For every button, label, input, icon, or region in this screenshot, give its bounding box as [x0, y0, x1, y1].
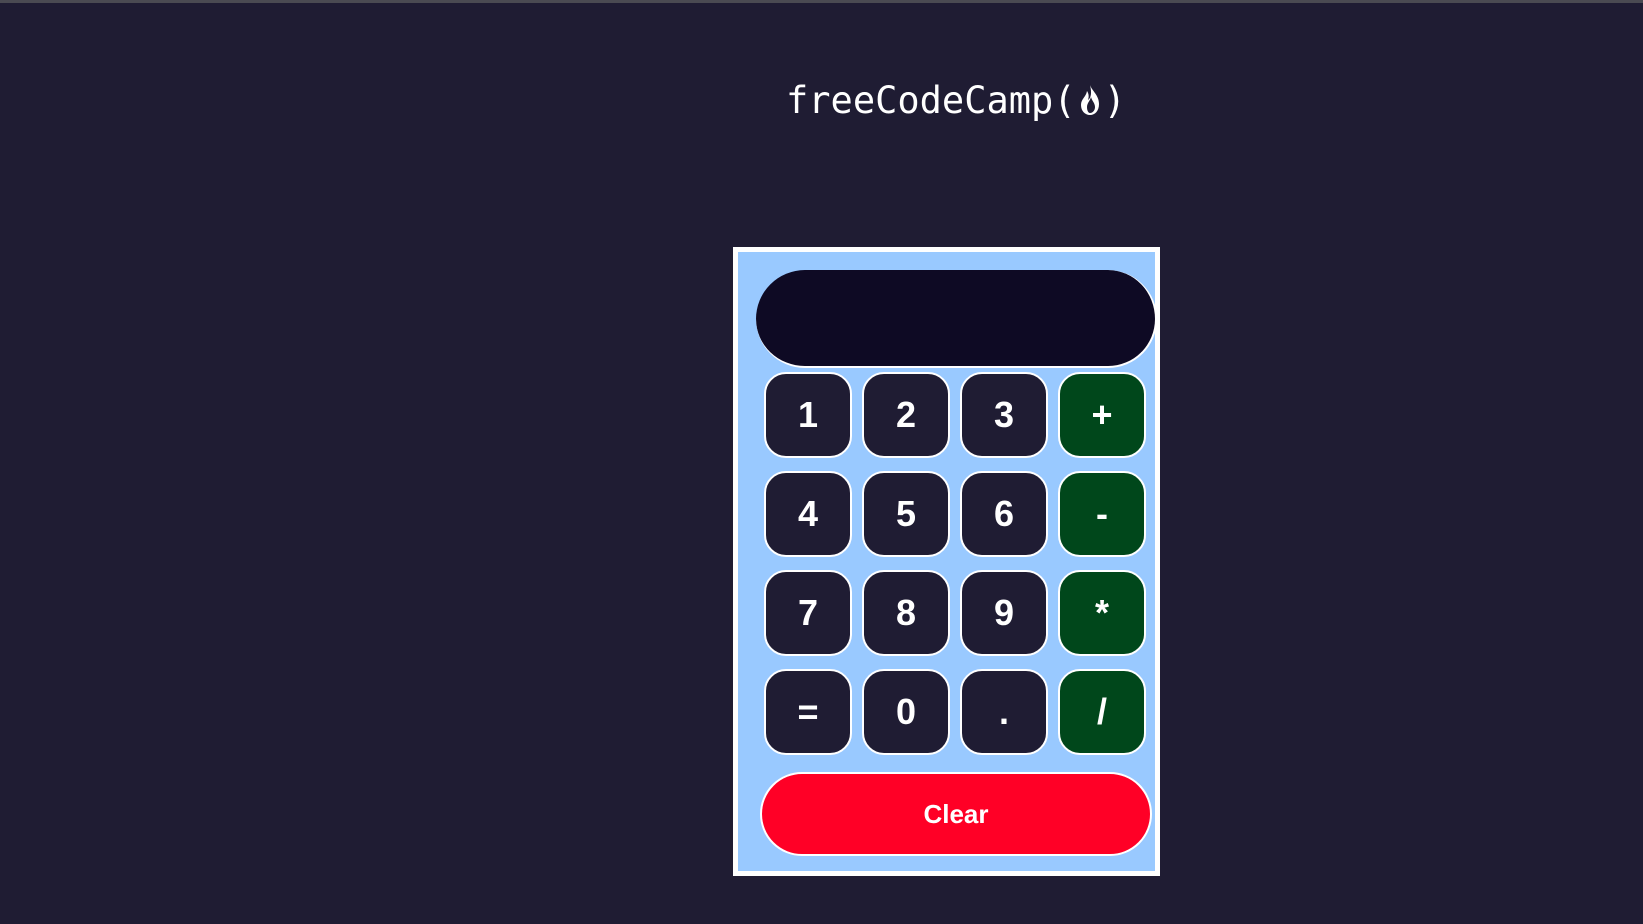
- calculator-display: [756, 270, 1157, 368]
- clear-button[interactable]: Clear: [760, 772, 1152, 856]
- key-8-button[interactable]: 8: [862, 570, 950, 656]
- key-divide-button[interactable]: /: [1058, 669, 1146, 755]
- logo-close-paren: ): [1103, 78, 1126, 122]
- logo-open-paren: (: [1053, 78, 1076, 122]
- freecodecamp-logo: freeCodeCamp(): [786, 74, 1126, 126]
- key-9-button[interactable]: 9: [960, 570, 1048, 656]
- logo-text: freeCodeCamp: [786, 78, 1054, 122]
- key-3-button[interactable]: 3: [960, 372, 1048, 458]
- key-plus-button[interactable]: +: [1058, 372, 1146, 458]
- key-5-button[interactable]: 5: [862, 471, 950, 557]
- key-2-button[interactable]: 2: [862, 372, 950, 458]
- calculator: 1 2 3 +4 5 6- 7 8 9 * = 0. / Clear: [733, 247, 1160, 876]
- flame-icon: [1077, 82, 1103, 118]
- key-6-button[interactable]: 6: [960, 471, 1048, 557]
- key-equals-button[interactable]: =: [764, 669, 852, 755]
- key-minus-button[interactable]: -: [1058, 471, 1146, 557]
- top-border: [0, 0, 1643, 3]
- key-7-button[interactable]: 7: [764, 570, 852, 656]
- key-decimal-button[interactable]: .: [960, 669, 1048, 755]
- key-4-button[interactable]: 4: [764, 471, 852, 557]
- keypad: 1 2 3 +4 5 6- 7 8 9 * = 0. /: [764, 372, 1148, 756]
- key-multiply-button[interactable]: *: [1058, 570, 1146, 656]
- key-1-button[interactable]: 1: [764, 372, 852, 458]
- key-0-button[interactable]: 0: [862, 669, 950, 755]
